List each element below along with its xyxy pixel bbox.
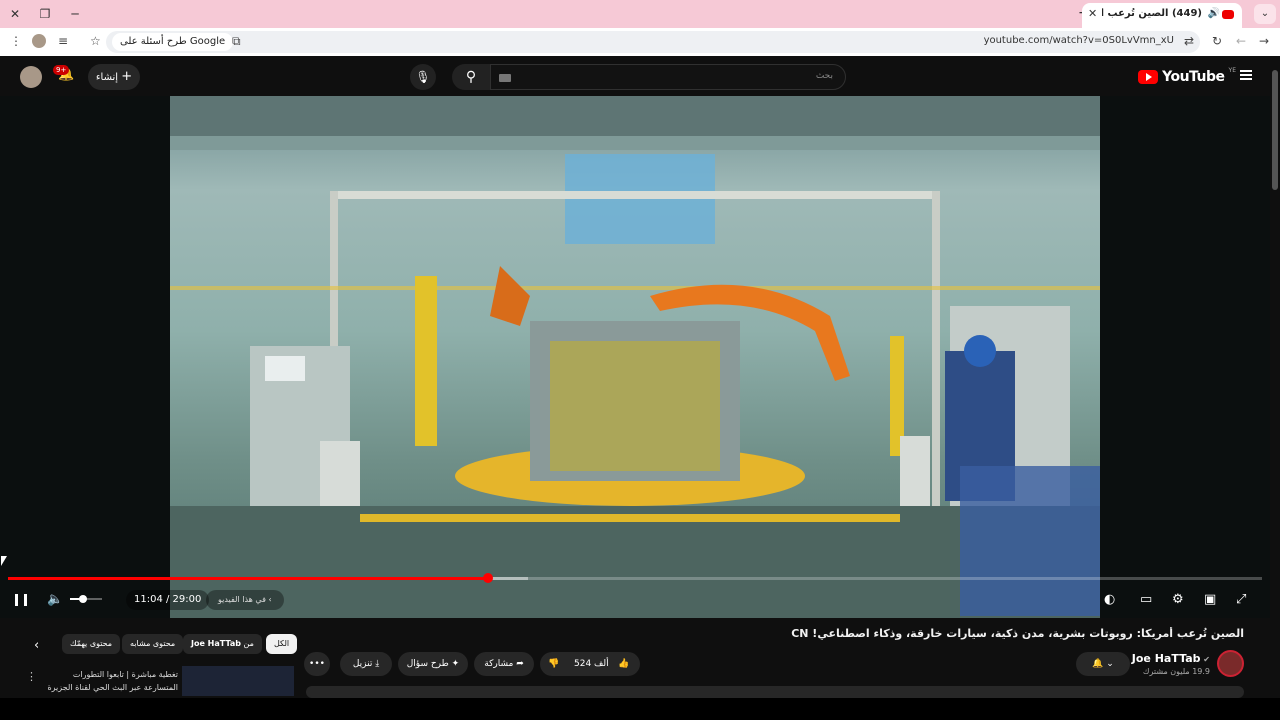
volume-slider[interactable] bbox=[70, 595, 102, 603]
video-frame[interactable] bbox=[170, 96, 1100, 618]
like-icon[interactable]: 👍 bbox=[618, 652, 629, 676]
chips-scroll-left-icon[interactable]: ‹ bbox=[34, 638, 39, 653]
bell-icon: 🔔 bbox=[1092, 659, 1104, 669]
share-icon: ➦ bbox=[516, 659, 524, 669]
chip-from-channel[interactable]: Joe HaTTab من bbox=[183, 634, 262, 654]
browser-menu-icon[interactable]: ⋮ bbox=[10, 34, 22, 48]
subscribe-notifications-button[interactable]: 🔔 ⌄ bbox=[1076, 652, 1130, 676]
window-close-icon[interactable]: ✕ bbox=[6, 5, 24, 23]
plus-icon: + bbox=[121, 69, 133, 84]
page: ✕ ❐ ─ + ✕ (449) الصين تُرعب أمريكا: رو..… bbox=[0, 0, 1280, 720]
subtitles-icon[interactable]: ▭ bbox=[1140, 590, 1152, 610]
video-title: الصين تُرعب أمريكا: روبوتات بشرية، مدن ذ… bbox=[791, 627, 1244, 640]
forward-icon[interactable]: ← bbox=[1236, 34, 1246, 48]
subscriber-count: 19.9 مليون مشترك bbox=[1142, 667, 1210, 676]
description-box[interactable] bbox=[306, 686, 1244, 698]
volume-slider-handle[interactable] bbox=[79, 595, 88, 603]
like-count[interactable]: 524 ألف bbox=[574, 652, 609, 676]
chip-related[interactable]: محتوى مشابه bbox=[122, 634, 184, 654]
chapter-chip-label: في هذا الفيديو bbox=[218, 595, 266, 604]
search-input[interactable]: بحث bbox=[490, 64, 846, 90]
theater-mode-icon[interactable]: ▣ bbox=[1204, 590, 1216, 610]
browser-tab[interactable]: ✕ (449) الصين تُرعب أمريكا: رو... 🔊 bbox=[1082, 3, 1242, 28]
install-app-icon[interactable]: ⧉ bbox=[232, 34, 241, 49]
ask-label: طرح سؤال bbox=[406, 659, 449, 669]
tab-audio-icon[interactable]: 🔊 bbox=[1208, 8, 1220, 19]
video-player[interactable] bbox=[0, 96, 1270, 618]
autoplay-toggle-icon[interactable]: ◐ bbox=[1104, 590, 1115, 610]
like-dislike-group: 👎 524 ألف 👍 bbox=[540, 652, 640, 676]
youtube-logo[interactable]: YouTube YE bbox=[1138, 66, 1236, 86]
youtube-logo-text: YouTube bbox=[1162, 69, 1225, 85]
factory-scene-image bbox=[170, 96, 1100, 618]
taskbar-strip bbox=[0, 698, 1280, 720]
youtube-play-logo-icon bbox=[1138, 70, 1159, 84]
scrollbar-thumb[interactable] bbox=[1272, 70, 1278, 190]
chip-from-label: من bbox=[243, 639, 254, 648]
verified-check-icon: ✔ bbox=[1200, 655, 1210, 664]
browser-tab-bar: ✕ ❐ ─ + ✕ (449) الصين تُرعب أمريكا: رو..… bbox=[0, 0, 1280, 28]
fullscreen-icon[interactable]: ⤢ bbox=[1236, 590, 1246, 610]
window-minimize-icon[interactable]: ─ bbox=[66, 5, 84, 23]
page-scrollbar[interactable] bbox=[1270, 58, 1280, 698]
tab-title: (449) الصين تُرعب أمريكا: رو... bbox=[1102, 8, 1202, 19]
search-icon[interactable]: ⚲ bbox=[452, 64, 490, 90]
share-label: مشاركة bbox=[484, 659, 514, 669]
create-button[interactable]: إنشاء + bbox=[88, 64, 140, 90]
country-code: YE bbox=[1228, 66, 1236, 74]
create-label: إنشاء bbox=[95, 72, 119, 83]
guide-menu-icon[interactable] bbox=[1240, 70, 1252, 80]
youtube-favicon-icon bbox=[1222, 10, 1234, 19]
chevron-left-icon: ‹ bbox=[268, 595, 272, 604]
tab-search-chevron-icon[interactable]: ⌄ bbox=[1254, 4, 1276, 24]
youtube-header: 🔔 9+ إنشاء + 🎙 ⚲ بحث YouTube YE bbox=[0, 58, 1280, 96]
voice-search-mic-icon[interactable]: 🎙 bbox=[410, 64, 436, 90]
media-controls-icon[interactable]: ≡ bbox=[58, 34, 68, 48]
download-button[interactable]: تنزيل ⤓ bbox=[340, 652, 392, 676]
chip-all[interactable]: الكل bbox=[266, 634, 298, 654]
download-label: تنزيل bbox=[352, 659, 373, 669]
channel-name[interactable]: ✔ Joe HaTTab bbox=[1132, 652, 1210, 665]
url-text[interactable]: youtube.com/watch?v=0S0LvVmn_xU bbox=[984, 35, 1174, 46]
notification-badge: 9+ bbox=[53, 65, 70, 75]
sparkle-icon: ✦ bbox=[451, 659, 460, 669]
keyboard-icon[interactable] bbox=[499, 74, 511, 82]
chevron-down-icon: ⌄ bbox=[1106, 659, 1114, 669]
download-icon: ⤓ bbox=[375, 659, 380, 669]
reload-icon[interactable]: ↻ bbox=[1212, 34, 1222, 48]
site-settings-icon[interactable]: ⇄ bbox=[1184, 34, 1194, 48]
chip-channel-name: Joe HaTTab bbox=[191, 639, 241, 648]
browser-toolbar: ⋮ ≡ ☆ طرح أسئلة على Google ⧉ youtube.com… bbox=[0, 28, 1280, 56]
volume-icon[interactable]: 🔈 bbox=[47, 590, 63, 610]
time-display: 11:04 / 29:00 bbox=[126, 590, 210, 610]
ask-google-chip[interactable]: طرح أسئلة على Google bbox=[112, 33, 234, 51]
recommendation-title[interactable]: تغطية مباشرة | تابعوا التطورات المتسارعة… bbox=[40, 668, 178, 694]
tab-close-icon[interactable]: ✕ bbox=[1088, 7, 1097, 20]
profile-avatar[interactable] bbox=[32, 34, 46, 48]
bookmark-star-icon[interactable]: ☆ bbox=[90, 34, 101, 48]
address-bar[interactable]: طرح أسئلة على Google ⧉ youtube.com/watch… bbox=[106, 31, 1200, 53]
share-button[interactable]: مشاركة ➦ bbox=[474, 652, 534, 676]
player-controls: 🔈 11:04 / 29:00 في هذا الفيديو ‹ ◐ ▭ ⚙ ▣… bbox=[0, 588, 1270, 612]
settings-gear-icon[interactable]: ⚙ bbox=[1172, 590, 1184, 610]
channel-avatar[interactable] bbox=[1217, 650, 1244, 677]
back-icon[interactable]: → bbox=[1259, 34, 1269, 48]
search-placeholder: بحث bbox=[815, 71, 833, 81]
pause-icon[interactable] bbox=[15, 594, 27, 606]
chapter-chip[interactable]: في هذا الفيديو ‹ bbox=[206, 590, 284, 610]
recommendation-menu-icon[interactable]: ⋮ bbox=[26, 670, 37, 683]
mouse-cursor-icon bbox=[1, 556, 7, 566]
video-progress-bar[interactable] bbox=[8, 573, 1262, 583]
chip-for-you[interactable]: محتوى يهمّك bbox=[62, 634, 121, 654]
progress-played bbox=[8, 577, 489, 580]
ask-button[interactable]: طرح سؤال ✦ bbox=[398, 652, 468, 676]
recommendation-thumbnail[interactable] bbox=[182, 666, 294, 696]
user-avatar[interactable] bbox=[20, 66, 42, 88]
dislike-icon[interactable]: 👎 bbox=[548, 652, 559, 676]
channel-name-text: Joe HaTTab bbox=[1131, 652, 1201, 665]
more-actions-icon[interactable]: ••• bbox=[304, 652, 330, 676]
window-restore-icon[interactable]: ❐ bbox=[36, 5, 54, 23]
